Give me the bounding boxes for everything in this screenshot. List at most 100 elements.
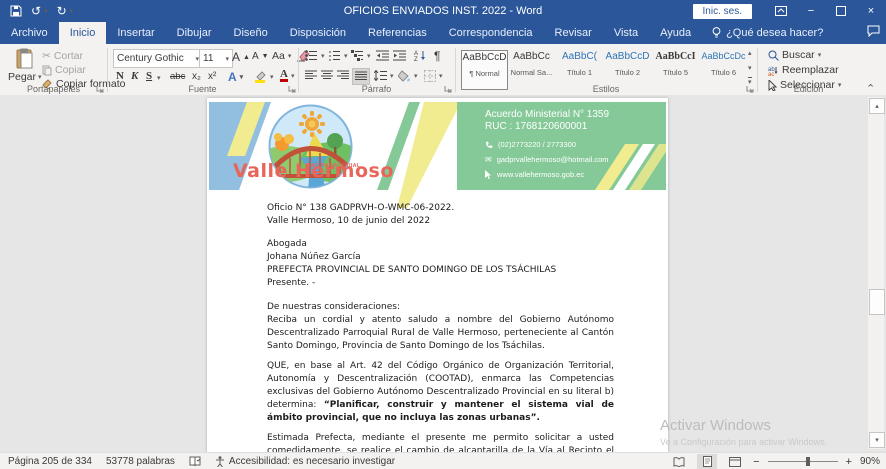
tab-dibujar[interactable]: Dibujar xyxy=(166,22,223,44)
scrollbar-thumb[interactable] xyxy=(869,289,885,315)
tab-correspondencia[interactable]: Correspondencia xyxy=(438,22,544,44)
accessibility-status[interactable]: Accesibilidad: es necesario investigar xyxy=(215,456,395,467)
vertical-scrollbar[interactable]: ▴ ▾ xyxy=(868,97,884,449)
tab-insertar[interactable]: Insertar xyxy=(106,22,165,44)
tab-referencias[interactable]: Referencias xyxy=(357,22,438,44)
undo-dropdown-icon[interactable]: ▾ xyxy=(44,8,48,15)
strikethrough-button[interactable]: abc xyxy=(170,71,185,82)
close-button[interactable]: × xyxy=(856,0,886,22)
multilevel-list-button[interactable]: ▾ xyxy=(351,50,371,61)
styles-dialog-launcher[interactable] xyxy=(746,85,754,93)
minimize-button[interactable]: − xyxy=(796,0,826,22)
shading-button[interactable]: ▾ xyxy=(398,70,418,82)
paint-bucket-icon xyxy=(398,70,411,82)
text-effects-button[interactable]: A▾ xyxy=(228,70,243,84)
quick-access-toolbar: ↺ ▾ ↻ ▾ xyxy=(0,5,73,17)
font-dialog-launcher[interactable] xyxy=(288,85,296,93)
styles-scroll-down-icon[interactable]: ▾ xyxy=(748,64,752,72)
word-count[interactable]: 53778 palabras xyxy=(106,456,175,467)
font-color-button[interactable]: A ▾ xyxy=(280,69,294,82)
tab-disposicion[interactable]: Disposición xyxy=(279,22,357,44)
web-layout-view-button[interactable] xyxy=(725,454,745,469)
underline-button[interactable]: S xyxy=(146,70,152,82)
underline-dropdown-icon[interactable]: ▾ xyxy=(157,74,161,82)
bullets-button[interactable]: ▾ xyxy=(305,50,325,61)
zoom-in-button[interactable]: + xyxy=(846,456,852,468)
styles-scroll-up-icon[interactable]: ▴ xyxy=(748,49,752,57)
tab-archivo[interactable]: Archivo xyxy=(0,22,59,44)
restore-button[interactable] xyxy=(826,0,856,22)
tab-inicio[interactable]: Inicio xyxy=(59,22,107,44)
highlight-button[interactable]: ▾ xyxy=(254,70,274,83)
paragraph-dialog-launcher[interactable] xyxy=(444,85,452,93)
increase-indent-button[interactable] xyxy=(393,50,406,61)
letterhead-brand-subtext: GAD PARROQUIAL xyxy=(306,163,361,169)
find-button[interactable]: Buscar ▾ xyxy=(768,49,821,61)
zoom-slider[interactable] xyxy=(768,454,838,469)
save-icon[interactable] xyxy=(10,5,22,17)
grow-font-button[interactable]: A▲ xyxy=(232,50,250,64)
tab-revisar[interactable]: Revisar xyxy=(544,22,603,44)
tab-ayuda[interactable]: Ayuda xyxy=(649,22,702,44)
clipboard-dialog-launcher[interactable] xyxy=(96,85,104,93)
oficio-number-line: Oficio N° 138 GADPRVH-O-WMC-06-2022. xyxy=(267,202,614,215)
text-effects-icon: A xyxy=(228,70,237,84)
cut-button[interactable]: ✂ Cortar xyxy=(42,50,83,62)
letterhead-acuerdo: Acuerdo Ministerial N° 1359 xyxy=(485,109,609,120)
tab-vista[interactable]: Vista xyxy=(603,22,649,44)
collapse-ribbon-icon[interactable]: ⌃ xyxy=(866,82,875,95)
ribbon-display-options-icon[interactable] xyxy=(766,0,796,22)
customize-qat-icon[interactable]: ▾ xyxy=(70,8,74,15)
ribbon-tab-row: Archivo Inicio Insertar Dibujar Diseño D… xyxy=(0,22,886,44)
sort-button[interactable]: AZ xyxy=(414,49,427,61)
style-normal-sa[interactable]: AaBbCc Normal Sa... xyxy=(509,50,554,88)
undo-icon[interactable]: ↺ xyxy=(31,5,41,17)
document-page[interactable]: Valle Hermoso GAD PARROQUIAL Acuerdo Min… xyxy=(207,98,668,452)
zoom-slider-knob[interactable] xyxy=(806,457,810,466)
align-left-icon xyxy=(305,70,317,81)
replace-label: Reemplazar xyxy=(782,64,839,76)
svg-text:ac: ac xyxy=(768,72,774,76)
font-size-combo[interactable]: 11 ▾ xyxy=(199,49,233,68)
line-spacing-button[interactable]: ▾ xyxy=(374,70,394,81)
decrease-indent-button[interactable] xyxy=(376,50,389,61)
style-titulo-2[interactable]: AaBbCcD Título 2 xyxy=(605,50,650,88)
show-marks-button[interactable]: ¶ xyxy=(434,49,440,63)
document-canvas[interactable]: Valle Hermoso GAD PARROQUIAL Acuerdo Min… xyxy=(0,95,886,452)
letter-body[interactable]: Oficio N° 138 GADPRVH-O-WMC-06-2022. Val… xyxy=(267,202,614,452)
redo-icon[interactable]: ↻ xyxy=(57,5,67,17)
sign-in-button[interactable]: Inic. ses. xyxy=(693,4,752,19)
tell-me-box[interactable]: ¿Qué desea hacer? xyxy=(702,22,833,44)
align-right-button[interactable] xyxy=(337,70,349,81)
scroll-down-button[interactable]: ▾ xyxy=(869,432,885,448)
change-case-button[interactable]: Aa▾ xyxy=(272,50,291,62)
align-center-button[interactable] xyxy=(321,70,333,81)
subscript-button[interactable]: x₂ xyxy=(192,71,201,82)
page-indicator[interactable]: Página 205 de 334 xyxy=(8,456,92,467)
recipient-name-line: Johana Núñez García xyxy=(267,251,614,264)
numbering-button[interactable]: ▾ xyxy=(328,50,348,61)
bold-button[interactable]: N xyxy=(116,70,124,82)
cut-icon: ✂ xyxy=(42,50,51,62)
feedback-comment-icon[interactable] xyxy=(867,25,880,37)
justify-button[interactable] xyxy=(352,68,370,85)
scroll-up-button[interactable]: ▴ xyxy=(869,98,885,114)
style-titulo-1[interactable]: AaBbC( Título 1 xyxy=(557,50,602,88)
print-layout-view-button[interactable] xyxy=(697,454,717,469)
style-titulo-5[interactable]: AaBbCcI Título 5 xyxy=(653,50,698,88)
read-mode-view-button[interactable] xyxy=(669,454,689,469)
align-left-button[interactable] xyxy=(305,70,317,81)
replace-button[interactable]: abac Reemplazar xyxy=(768,64,839,76)
style-titulo-6[interactable]: AaBbCcDc Título 6 xyxy=(701,50,746,88)
paste-button[interactable]: Pegar▾ xyxy=(8,48,42,83)
copy-button[interactable]: Copiar xyxy=(42,64,86,76)
italic-button[interactable]: K xyxy=(131,70,138,82)
zoom-level[interactable]: 90% xyxy=(860,456,880,467)
tab-diseno[interactable]: Diseño xyxy=(223,22,279,44)
font-name-combo[interactable]: Century Gothic ▾ xyxy=(113,49,203,68)
shrink-font-button[interactable]: A▼ xyxy=(252,51,269,62)
superscript-button[interactable]: x² xyxy=(208,71,216,82)
zoom-out-button[interactable]: − xyxy=(753,456,759,468)
borders-button[interactable]: ▾ xyxy=(424,70,443,82)
proofing-icon[interactable] xyxy=(189,456,201,467)
